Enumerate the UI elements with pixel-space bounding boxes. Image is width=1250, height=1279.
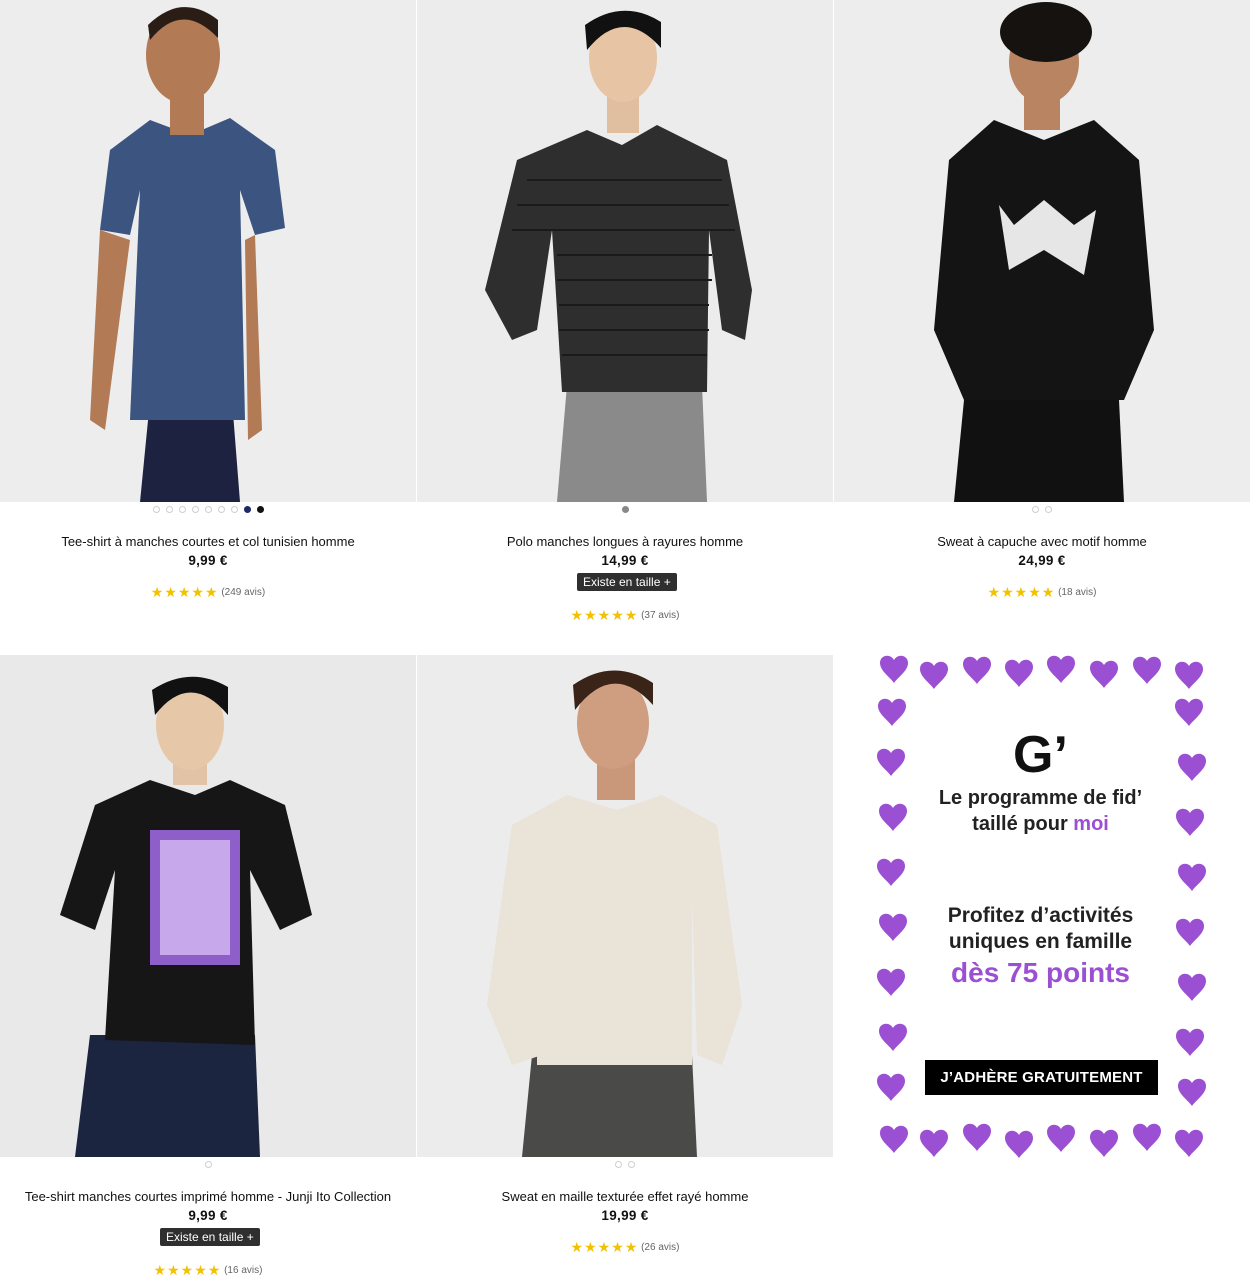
review-count[interactable]: (37 avis) [641, 610, 679, 621]
product-photo-hoodie [834, 0, 1250, 502]
promo-card: G’ Le programme de fid’ taillé pour moi … [908, 691, 1173, 1117]
image-carousel-dots [417, 1161, 833, 1169]
loyalty-logo: G’ [1013, 726, 1068, 784]
join-free-button[interactable]: J’ADHÈRE GRATUITEMENT [925, 1060, 1158, 1095]
promo-subtitle-line: uniques en famille [948, 930, 1133, 953]
product-name[interactable]: Polo manches longues à rayures homme [417, 534, 833, 549]
carousel-dot[interactable] [191, 506, 199, 513]
carousel-dot-active[interactable] [621, 506, 629, 513]
image-carousel-dots [417, 506, 833, 514]
carousel-dot[interactable] [152, 506, 160, 513]
product-price: 9,99 € [188, 553, 228, 568]
rating-stars-icon: ★★★★★ [153, 1262, 222, 1278]
loyalty-promo-banner[interactable]: G’ Le programme de fid’ taillé pour moi … [875, 655, 1208, 1162]
image-carousel-dots [834, 506, 1250, 514]
product-rating: ★★★★★ (37 avis) [417, 607, 833, 624]
product-photo-sweater [417, 655, 833, 1157]
product-name[interactable]: Tee-shirt à manches courtes et col tunis… [0, 534, 416, 549]
product-rating: ★★★★★ (249 avis) [0, 584, 416, 601]
product-image[interactable] [417, 655, 833, 1157]
carousel-dot[interactable] [230, 506, 238, 513]
carousel-dot[interactable] [178, 506, 186, 513]
review-count[interactable]: (18 avis) [1058, 587, 1096, 598]
product-rating: ★★★★★ (18 avis) [834, 584, 1250, 601]
review-count[interactable]: (16 avis) [224, 1265, 262, 1276]
available-sizes-button[interactable]: Existe en taille + [160, 1228, 260, 1246]
carousel-dot[interactable] [217, 506, 225, 513]
carousel-dot[interactable] [165, 506, 173, 513]
product-name[interactable]: Sweat à capuche avec motif homme [834, 534, 1250, 549]
carousel-dot[interactable] [1032, 506, 1039, 513]
promo-points: dès 75 points [951, 957, 1130, 988]
product-image[interactable] [0, 655, 416, 1157]
product-rating: ★★★★★ (26 avis) [417, 1239, 833, 1256]
carousel-dot[interactable] [204, 1161, 212, 1168]
carousel-dot[interactable] [204, 506, 212, 513]
rating-stars-icon: ★★★★★ [570, 1239, 639, 1255]
product-price: 19,99 € [601, 1208, 649, 1223]
review-count[interactable]: (26 avis) [641, 1242, 679, 1253]
promo-title-accent: moi [1073, 813, 1109, 835]
product-name[interactable]: Tee-shirt manches courtes imprimé homme … [0, 1189, 416, 1204]
promo-subtitle: Profitez d’activités uniques en famille [908, 903, 1173, 955]
promo-subtitle-line: Profitez d’activités [947, 904, 1134, 927]
carousel-dot[interactable] [628, 1161, 635, 1168]
carousel-dot-active[interactable] [243, 506, 251, 513]
product-price: 24,99 € [1018, 553, 1066, 568]
product-photo-tshirt [0, 0, 416, 502]
promo-title-line: taillé pour moi [908, 811, 1173, 837]
product-photo-printed-tshirt [0, 655, 416, 1157]
promo-title-line: Le programme de fid’ [938, 787, 1143, 809]
carousel-dot[interactable] [256, 506, 264, 513]
rating-stars-icon: ★★★★★ [570, 607, 639, 623]
carousel-dot[interactable] [615, 1161, 622, 1168]
product-image[interactable] [834, 0, 1250, 502]
product-name[interactable]: Sweat en maille texturée effet rayé homm… [417, 1189, 833, 1204]
carousel-dot[interactable] [1045, 506, 1052, 513]
available-sizes-button[interactable]: Existe en taille + [577, 573, 677, 591]
product-price: 14,99 € [601, 553, 649, 568]
product-rating: ★★★★★ (16 avis) [0, 1262, 416, 1279]
image-carousel-dots [0, 1161, 416, 1169]
product-price: 9,99 € [188, 1208, 228, 1223]
review-count[interactable]: (249 avis) [221, 587, 265, 598]
rating-stars-icon: ★★★★★ [150, 584, 219, 600]
product-image[interactable] [0, 0, 416, 502]
promo-title-text: taillé pour [972, 813, 1074, 835]
product-image[interactable] [417, 0, 833, 502]
product-photo-polo [417, 0, 833, 502]
promo-title: Le programme de fid’ taillé pour moi [908, 785, 1173, 837]
rating-stars-icon: ★★★★★ [987, 584, 1056, 600]
image-carousel-dots [0, 506, 416, 514]
